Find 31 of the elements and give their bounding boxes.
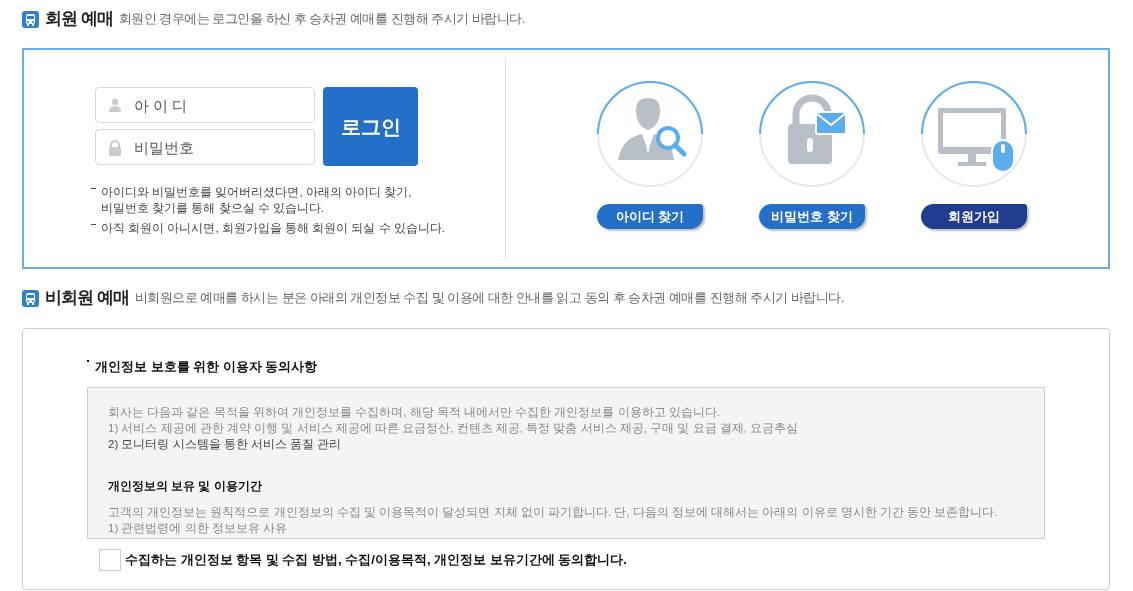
terms-text: 회사는 다음과 같은 목적을 위하여 개인정보를 수집하며, 해당 목적 내에서만 수집한 개인정보를 이용하고 있습니다. (108, 404, 721, 420)
user-icon (108, 98, 122, 112)
find-id-button[interactable]: 아이디 찾기 (597, 204, 703, 229)
terms-heading: 개인정보의 보유 및 이용기간 (108, 478, 263, 494)
lock-mail-icon[interactable] (758, 80, 866, 188)
terms-text: 1) 관련법령에 의한 정보보유 사유 (108, 520, 288, 536)
terms-text: 1) 서비스 제공에 관한 계약 이행 및 서비스 제공에 따른 요금정산, 컨텐츠 제공, 특정 맞춤 서비스 제공, 구매 및 요금 결제, 요금추심 (108, 420, 800, 436)
person-search-icon[interactable] (596, 80, 704, 188)
lock-icon (108, 140, 122, 156)
section-title: 회원 예매 (45, 8, 113, 31)
terms-text: 고객의 개인정보는 원칙적으로 개인정보의 수집 및 이용목적이 달성되면 지체 없이 파기합니다. 단, 다음의 정보에 대해서는 아래의 이유로 명시한 기간 동안 보존합니다. (108, 504, 999, 520)
login-button[interactable]: 로그인 (323, 87, 418, 166)
section-title: 비회원 예매 (45, 287, 129, 310)
find-password-button[interactable]: 비밀번호 찾기 (759, 204, 865, 229)
note-text: 아이디와 비밀번호를 잊어버리셨다면, 아래의 아이디 찾기, 비밀번호 찾기를 통해 찾으실 수 있습니다. (101, 185, 412, 216)
agree-checkbox[interactable] (99, 548, 121, 571)
agree-label: 수집하는 개인정보 항목 및 수집 방법, 수집/이용목적, 개인정보 보유기간에 동의합니다. (125, 550, 627, 569)
password-field[interactable]: 비밀번호 (95, 129, 315, 165)
terms-text: 2) 모니터링 시스템을 통한 서비스 품질 관리 (108, 436, 343, 452)
section-description: 비회원으로 예매를 하시는 분은 아래의 개인정보 수집 및 이용에 대한 안내를 읽고 동의 후 승차권 예매를 진행해 주시기 바랍니다. (134, 289, 844, 308)
note-text: 아직 회원이 아니시면, 회원가입을 통해 회원이 되실 수 있습니다. (101, 221, 445, 236)
section-description: 회원인 경우에는 로그인을 하신 후 승차권 예매를 진행해 주시기 바랍니다. (118, 10, 525, 29)
monitor-mouse-icon[interactable] (920, 80, 1028, 188)
bullet-mark (87, 360, 89, 362)
bus-icon (22, 10, 39, 28)
signup-button[interactable]: 회원가입 (921, 204, 1027, 229)
id-field[interactable]: 아 이 디 (95, 87, 315, 123)
dash-mark (91, 188, 96, 189)
consent-title: 개인정보 보호를 위한 이용자 동의사항 (95, 358, 318, 376)
dash-mark (91, 224, 96, 225)
bus-icon (22, 289, 39, 307)
